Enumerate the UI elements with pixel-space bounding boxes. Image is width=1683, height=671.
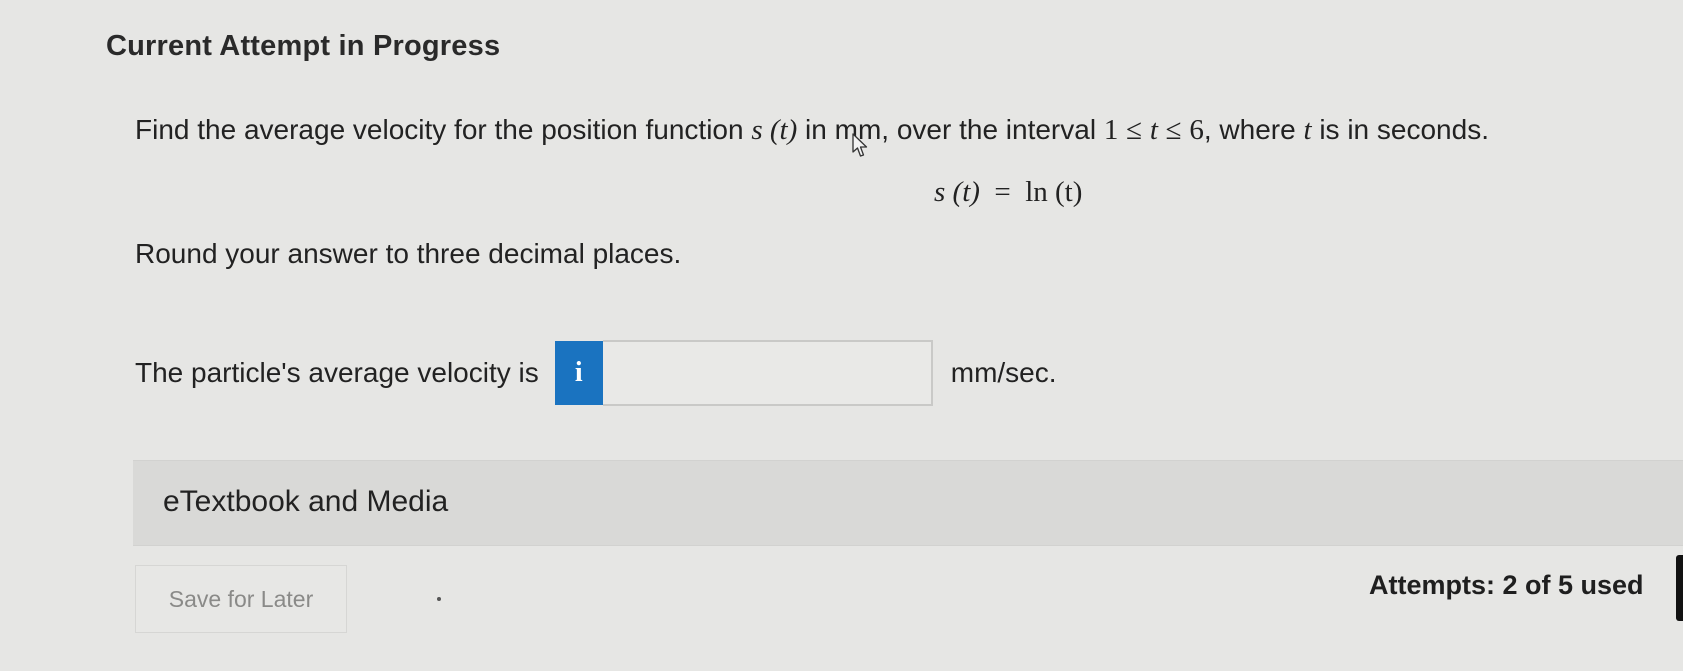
- equation: s (t) = ln (t): [934, 176, 1082, 209]
- function-expression: s (t): [751, 114, 798, 146]
- question-text: Find the average velocity for the positi…: [135, 114, 1489, 147]
- etextbook-media-bar[interactable]: eTextbook and Media: [133, 460, 1683, 546]
- decorative-dot: [437, 597, 441, 601]
- leq-symbol-2: ≤: [1165, 114, 1182, 146]
- equation-equals: =: [994, 176, 1011, 208]
- question-text-before: Find the average velocity for the positi…: [135, 114, 752, 145]
- answer-input[interactable]: [602, 340, 933, 406]
- page-title: Current Attempt in Progress: [106, 30, 501, 62]
- answer-label: The particle's average velocity is: [135, 357, 539, 388]
- submit-button-edge[interactable]: [1676, 555, 1683, 621]
- question-text-middle: in mm, over the interval: [797, 114, 1104, 145]
- mouse-pointer-icon: [852, 133, 868, 157]
- save-for-later-button[interactable]: Save for Later: [135, 565, 347, 633]
- rounding-instruction: Round your answer to three decimal place…: [135, 238, 682, 269]
- leq-symbol-1: ≤: [1126, 114, 1143, 146]
- interval-right: 6: [1189, 114, 1204, 146]
- where-variable: t: [1303, 114, 1312, 146]
- info-icon: i: [574, 357, 583, 388]
- interval-variable: t: [1149, 114, 1158, 146]
- unit-label: mm/sec.: [950, 357, 1057, 388]
- equation-rhs: ln (t): [1025, 176, 1083, 208]
- info-button[interactable]: i: [554, 341, 603, 405]
- etextbook-media-label: eTextbook and Media: [163, 485, 449, 518]
- question-text-where: , where: [1203, 114, 1304, 145]
- interval-left: 1: [1103, 114, 1119, 146]
- attempts-counter: Attempts: 2 of 5 used: [1369, 570, 1644, 600]
- question-text-end: is in seconds.: [1311, 114, 1489, 145]
- answer-row: The particle's average velocity is i mm/…: [135, 340, 1057, 406]
- equation-lhs: s (t): [934, 176, 980, 208]
